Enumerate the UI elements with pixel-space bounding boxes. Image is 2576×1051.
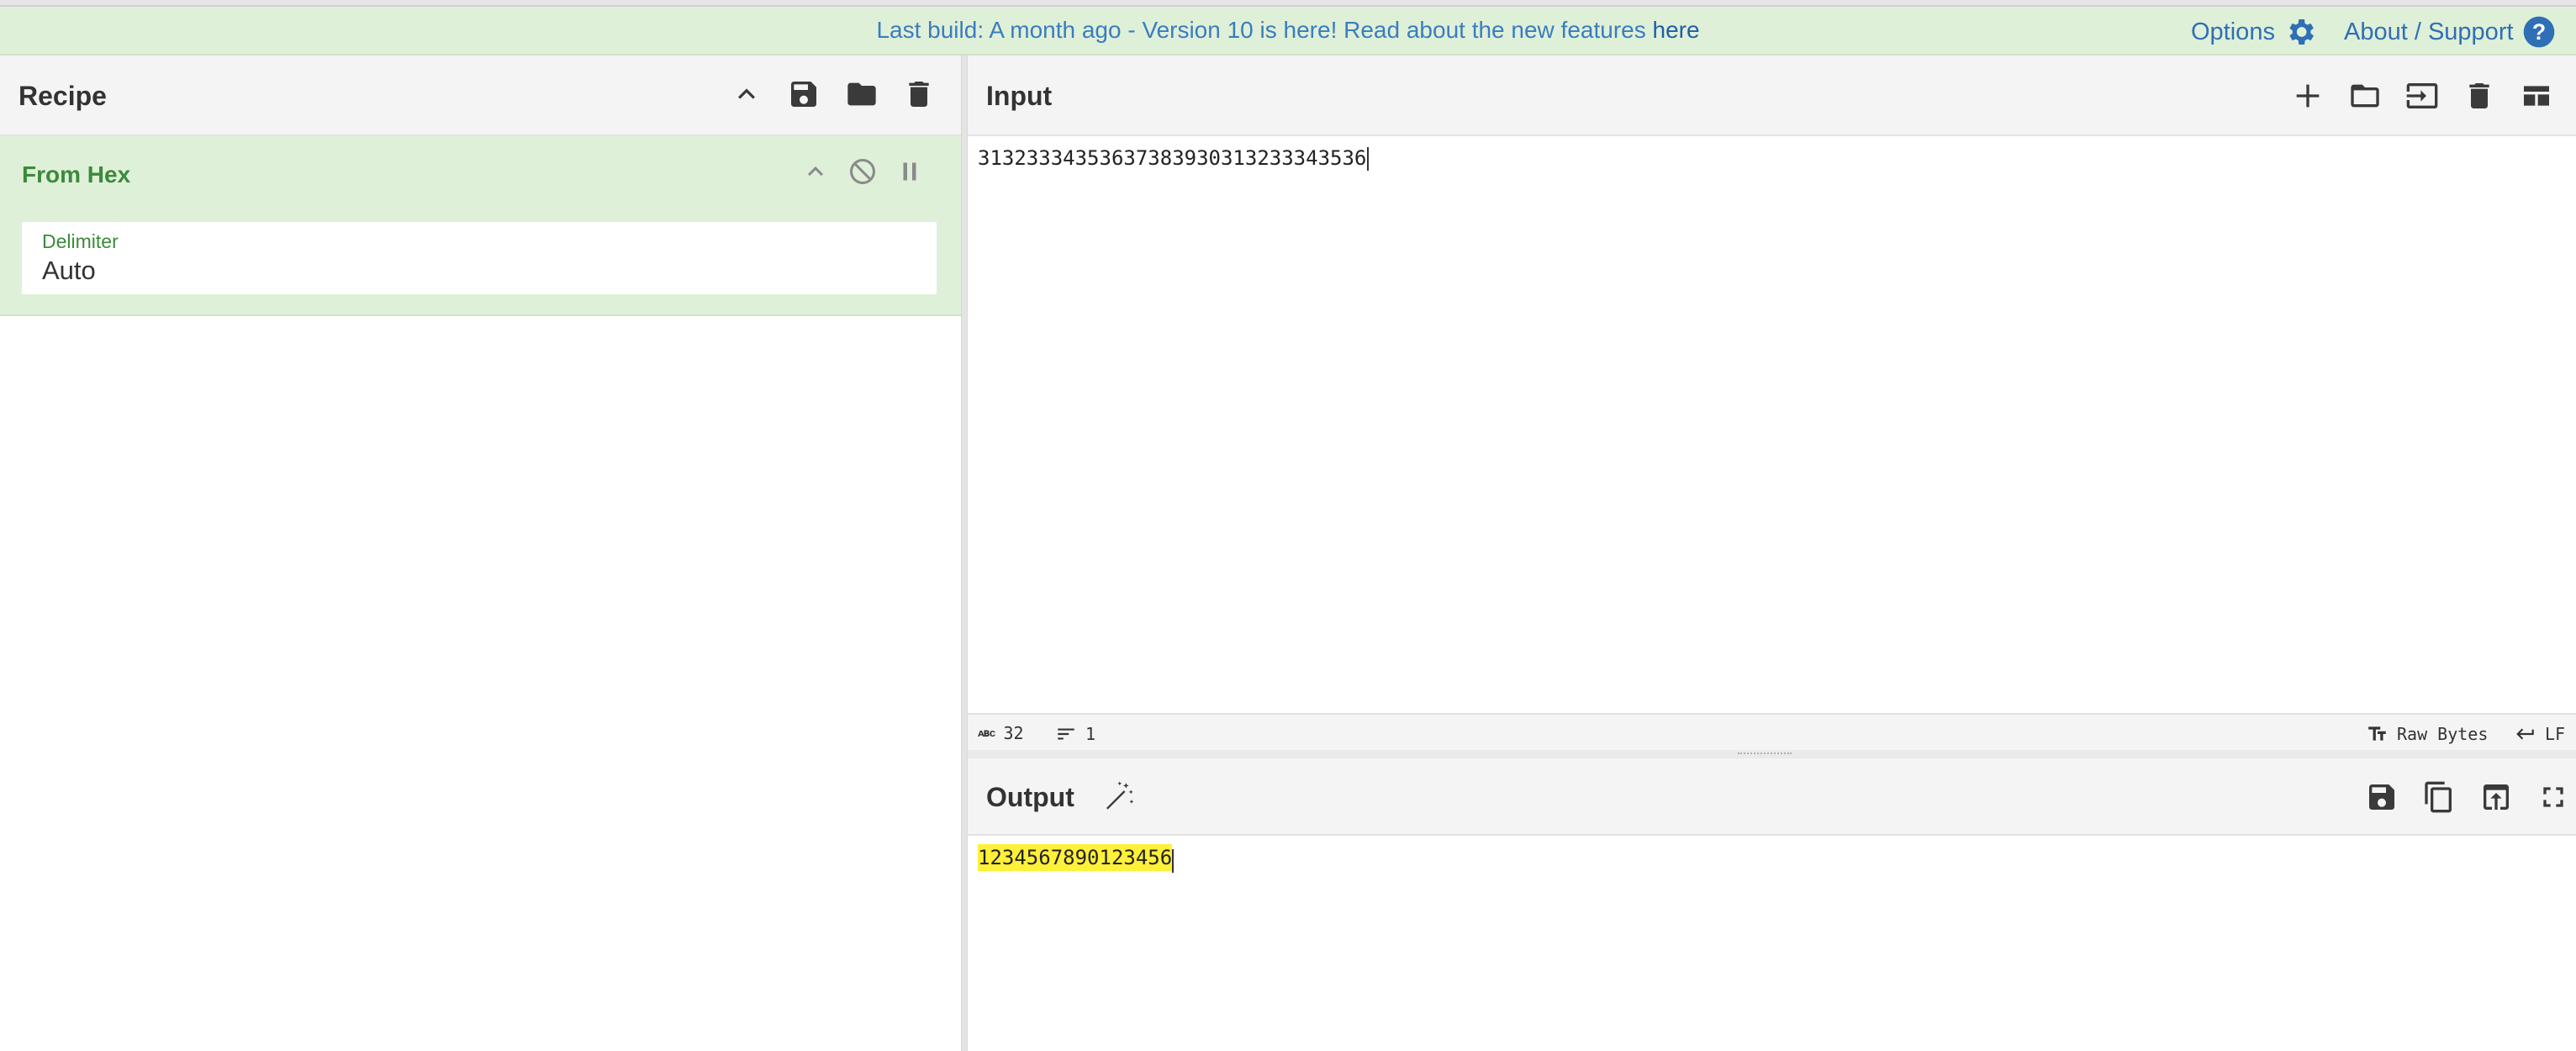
recipe-title: Recipe	[18, 81, 107, 111]
text-size-icon	[2368, 726, 2386, 741]
input-length: ᴀʙᴄ 32	[978, 723, 1024, 743]
length-value: 32	[1003, 723, 1024, 743]
text-cursor	[1172, 848, 1175, 873]
disable-icon	[850, 159, 875, 184]
load-recipe-button[interactable]	[843, 76, 880, 113]
encoding-value: Raw Bytes	[2397, 724, 2489, 744]
open-file-button[interactable]	[2404, 77, 2441, 114]
pause-icon	[903, 162, 916, 181]
options-label: Options	[2191, 18, 2275, 45]
input-panel: Input 31323334353637383930313233343536 ᴀ…	[968, 55, 2576, 750]
chevron-up-icon	[738, 88, 755, 99]
banner-message: Last build: A month ago - Version 10 is …	[0, 17, 2576, 44]
lines-value: 1	[1085, 724, 1096, 744]
abc-icon: ᴀʙᴄ	[978, 726, 995, 740]
input-textarea[interactable]: 31323334353637383930313233343536	[978, 146, 1370, 171]
disable-operation-button[interactable]	[847, 156, 881, 190]
input-title: Input	[986, 81, 1053, 111]
recipe-panel: Recipe From Hex Delimiter Auto	[0, 55, 961, 1051]
about-support-link[interactable]: About / Support ?	[2344, 15, 2556, 49]
banner-here-link[interactable]: here	[1653, 17, 1700, 43]
delimiter-value[interactable]: Auto	[42, 256, 96, 286]
output-header: Output	[968, 758, 2576, 836]
save-recipe-button[interactable]	[785, 76, 822, 113]
lines-icon	[1058, 728, 1074, 740]
collapse-all-button[interactable]	[728, 76, 765, 113]
folder-icon	[847, 82, 876, 106]
help-icon: ?	[2523, 16, 2554, 48]
magic-button[interactable]	[1101, 777, 1138, 814]
folder-outline-icon	[2351, 84, 2379, 108]
save-icon	[791, 82, 816, 107]
splitter-grip	[1738, 753, 1792, 756]
trash-icon	[2469, 83, 2489, 108]
operation-from-hex[interactable]: From Hex Delimiter Auto	[0, 136, 961, 316]
input-header: Input	[968, 55, 2576, 136]
layout-icon	[2524, 86, 2549, 106]
plus-icon	[2296, 84, 2320, 108]
notice-banner: Last build: A month ago - Version 10 is …	[0, 7, 2576, 55]
delimiter-label: Delimiter	[42, 230, 119, 252]
clear-input-button[interactable]	[2461, 77, 2498, 114]
recipe-header: Recipe	[0, 55, 961, 136]
chevron-up-icon	[808, 166, 823, 177]
horizontal-splitter[interactable]	[968, 750, 2576, 758]
delimiter-field[interactable]: Delimiter Auto	[22, 222, 937, 294]
input-file-icon	[2406, 83, 2438, 108]
save-output-button[interactable]	[2363, 779, 2400, 816]
open-folder-button[interactable]	[2346, 77, 2383, 114]
text-cursor	[1367, 147, 1370, 171]
collapse-operation-button[interactable]	[800, 156, 834, 190]
output-panel: Output 1234567890123456	[968, 758, 2576, 1051]
input-lines: 1	[1055, 723, 1095, 745]
reset-layout-button[interactable]	[2518, 77, 2555, 114]
save-icon	[2369, 784, 2394, 810]
add-input-tab-button[interactable]	[2289, 77, 2326, 114]
gear-icon	[2289, 19, 2314, 45]
eol-value: LF	[2545, 724, 2566, 744]
options-link[interactable]: Options	[2191, 15, 2317, 49]
banner-text: Last build: A month ago - Version 10 is …	[876, 17, 1653, 43]
magic-wand-icon	[1106, 781, 1134, 810]
output-title: Output	[986, 782, 1074, 812]
encoding-selector[interactable]: Raw Bytes	[2367, 723, 2488, 745]
maximise-output-button[interactable]	[2535, 779, 2572, 816]
copy-output-button[interactable]	[2420, 779, 2457, 816]
trash-icon	[909, 82, 929, 107]
input-status-bar: ᴀʙᴄ 32 1 Raw Bytes LF	[968, 713, 2576, 750]
return-icon	[2516, 728, 2534, 740]
svg-text:?: ?	[2531, 19, 2545, 45]
about-label: About / Support	[2344, 18, 2514, 45]
open-in-icon	[2484, 784, 2509, 810]
top-border	[0, 0, 2576, 7]
breakpoint-button[interactable]	[895, 156, 928, 190]
copy-icon	[2425, 781, 2452, 813]
input-content: 31323334353637383930313233343536	[978, 146, 1367, 170]
fullscreen-icon	[2543, 787, 2563, 807]
output-textarea[interactable]: 1234567890123456	[978, 844, 1175, 873]
vertical-splitter[interactable]	[961, 55, 968, 1051]
clear-recipe-button[interactable]	[900, 76, 937, 113]
replace-input-button[interactable]	[2478, 779, 2515, 816]
operation-name: From Hex	[22, 161, 131, 187]
output-content: 1234567890123456	[978, 844, 1173, 871]
eol-selector[interactable]: LF	[2515, 723, 2565, 745]
